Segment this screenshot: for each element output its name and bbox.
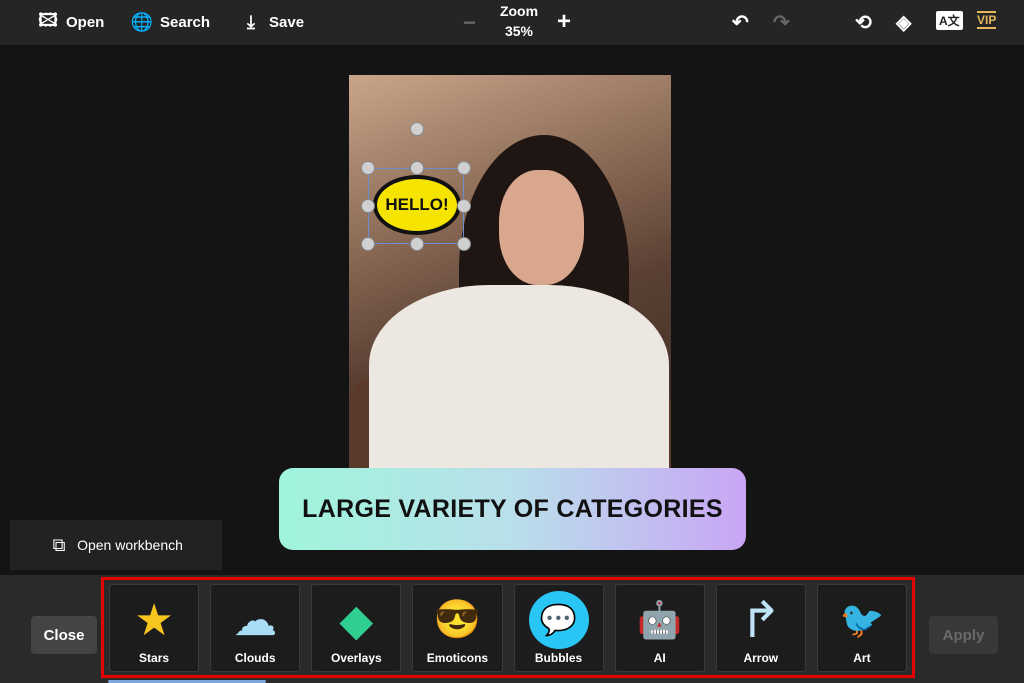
search-label: Search bbox=[160, 14, 211, 31]
download-icon: ⤓ bbox=[247, 12, 255, 32]
rotate-handle[interactable] bbox=[410, 122, 424, 136]
category-label: Overlays bbox=[330, 651, 382, 665]
category-label: Art bbox=[853, 651, 871, 665]
layers-button[interactable]: ◈ bbox=[896, 10, 911, 35]
promo-banner: LARGE VARIETY OF CATEGORIES bbox=[279, 468, 746, 550]
resize-handle[interactable] bbox=[361, 199, 375, 213]
zoom-readout: Zoom 35% bbox=[495, 1, 543, 41]
category-list: ★ Stars ☁ Clouds ◆ Overlays 😎 Emoticons 💬 Bub… bbox=[101, 577, 915, 678]
apply-button[interactable]: Apply bbox=[929, 616, 998, 654]
resize-handle[interactable] bbox=[457, 161, 471, 175]
ai-robot-icon: 🤖 bbox=[637, 599, 683, 640]
redo-icon: ↷ bbox=[773, 12, 790, 34]
category-label: AI bbox=[653, 651, 666, 665]
category-ai[interactable]: 🤖 AI bbox=[614, 584, 705, 672]
origami-bird-icon: 🐦 bbox=[839, 599, 885, 640]
translate-icon: A文 bbox=[939, 14, 960, 28]
category-label: Emoticons bbox=[426, 651, 489, 665]
emoticons-icon: 😎 bbox=[433, 599, 482, 641]
stars-icon: ★ bbox=[134, 595, 174, 645]
undo-icon: ↶ bbox=[732, 12, 749, 34]
category-art[interactable]: 🐦 Art bbox=[816, 584, 907, 672]
open-button[interactable]: 🖾 Open bbox=[38, 9, 105, 33]
layers-icon: ◈ bbox=[896, 12, 912, 34]
resize-handle[interactable] bbox=[457, 237, 471, 251]
globe-search-icon: 🌐 bbox=[130, 12, 154, 32]
category-label: Bubbles bbox=[534, 651, 583, 665]
category-clouds[interactable]: ☁ Clouds bbox=[210, 584, 301, 672]
category-overlays[interactable]: ◆ Overlays bbox=[311, 584, 402, 672]
clouds-icon: ☁ bbox=[233, 595, 278, 645]
category-stars[interactable]: ★ Stars bbox=[109, 584, 200, 672]
category-label: Arrow bbox=[743, 651, 779, 665]
zoom-out-button[interactable]: − bbox=[463, 10, 476, 36]
vip-label: VIP bbox=[977, 13, 997, 27]
save-button[interactable]: ⤓ Save bbox=[241, 12, 305, 33]
image-icon: 🖾 bbox=[38, 9, 58, 30]
workbench-label: Open workbench bbox=[77, 537, 183, 553]
category-label: Stars bbox=[139, 651, 170, 665]
category-label: Clouds bbox=[234, 651, 276, 665]
top-toolbar: 🖾 Open 🌐 Search ⤓ Save − Zoom 35% + ↶ ↷ ⟲ ◈ … bbox=[0, 0, 1024, 45]
history-button[interactable]: ⟲ bbox=[855, 10, 872, 35]
resize-handle[interactable] bbox=[410, 237, 424, 251]
category-arrow[interactable]: ↱ Arrow bbox=[715, 584, 806, 672]
zoom-label: Zoom bbox=[499, 3, 539, 19]
photo-canvas[interactable] bbox=[349, 75, 671, 468]
resize-handle[interactable] bbox=[457, 199, 471, 213]
photo-sweater bbox=[369, 285, 669, 468]
undo-button[interactable]: ↶ bbox=[732, 10, 749, 35]
zoom-in-button[interactable]: + bbox=[557, 8, 571, 36]
open-workbench-button[interactable]: ⧉ Open workbench bbox=[10, 520, 222, 570]
photo-face bbox=[499, 170, 584, 285]
redo-button[interactable]: ↷ bbox=[773, 10, 790, 35]
category-bubbles[interactable]: 💬 Bubbles bbox=[513, 584, 604, 672]
open-label: Open bbox=[66, 14, 105, 31]
hello-sticker: HELLO! bbox=[373, 175, 461, 235]
vip-button[interactable]: VIP bbox=[977, 11, 997, 29]
overlays-icon: ◆ bbox=[339, 595, 374, 645]
bubbles-icon: 💬 bbox=[528, 591, 589, 649]
save-label: Save bbox=[269, 14, 305, 31]
resize-handle[interactable] bbox=[361, 237, 375, 251]
resize-handle[interactable] bbox=[410, 161, 424, 175]
sticker-selection[interactable]: HELLO! bbox=[368, 168, 464, 244]
zoom-value: 35% bbox=[504, 23, 534, 39]
category-emoticons[interactable]: 😎 Emoticons bbox=[412, 584, 503, 672]
history-icon: ⟲ bbox=[855, 12, 872, 34]
external-open-icon: ⧉ bbox=[52, 534, 66, 555]
translate-button[interactable]: A文 bbox=[936, 11, 963, 30]
search-button[interactable]: 🌐 Search bbox=[130, 12, 211, 33]
arrow-icon: ↱ bbox=[739, 592, 782, 648]
resize-handle[interactable] bbox=[361, 161, 375, 175]
close-button[interactable]: Close bbox=[31, 616, 97, 654]
